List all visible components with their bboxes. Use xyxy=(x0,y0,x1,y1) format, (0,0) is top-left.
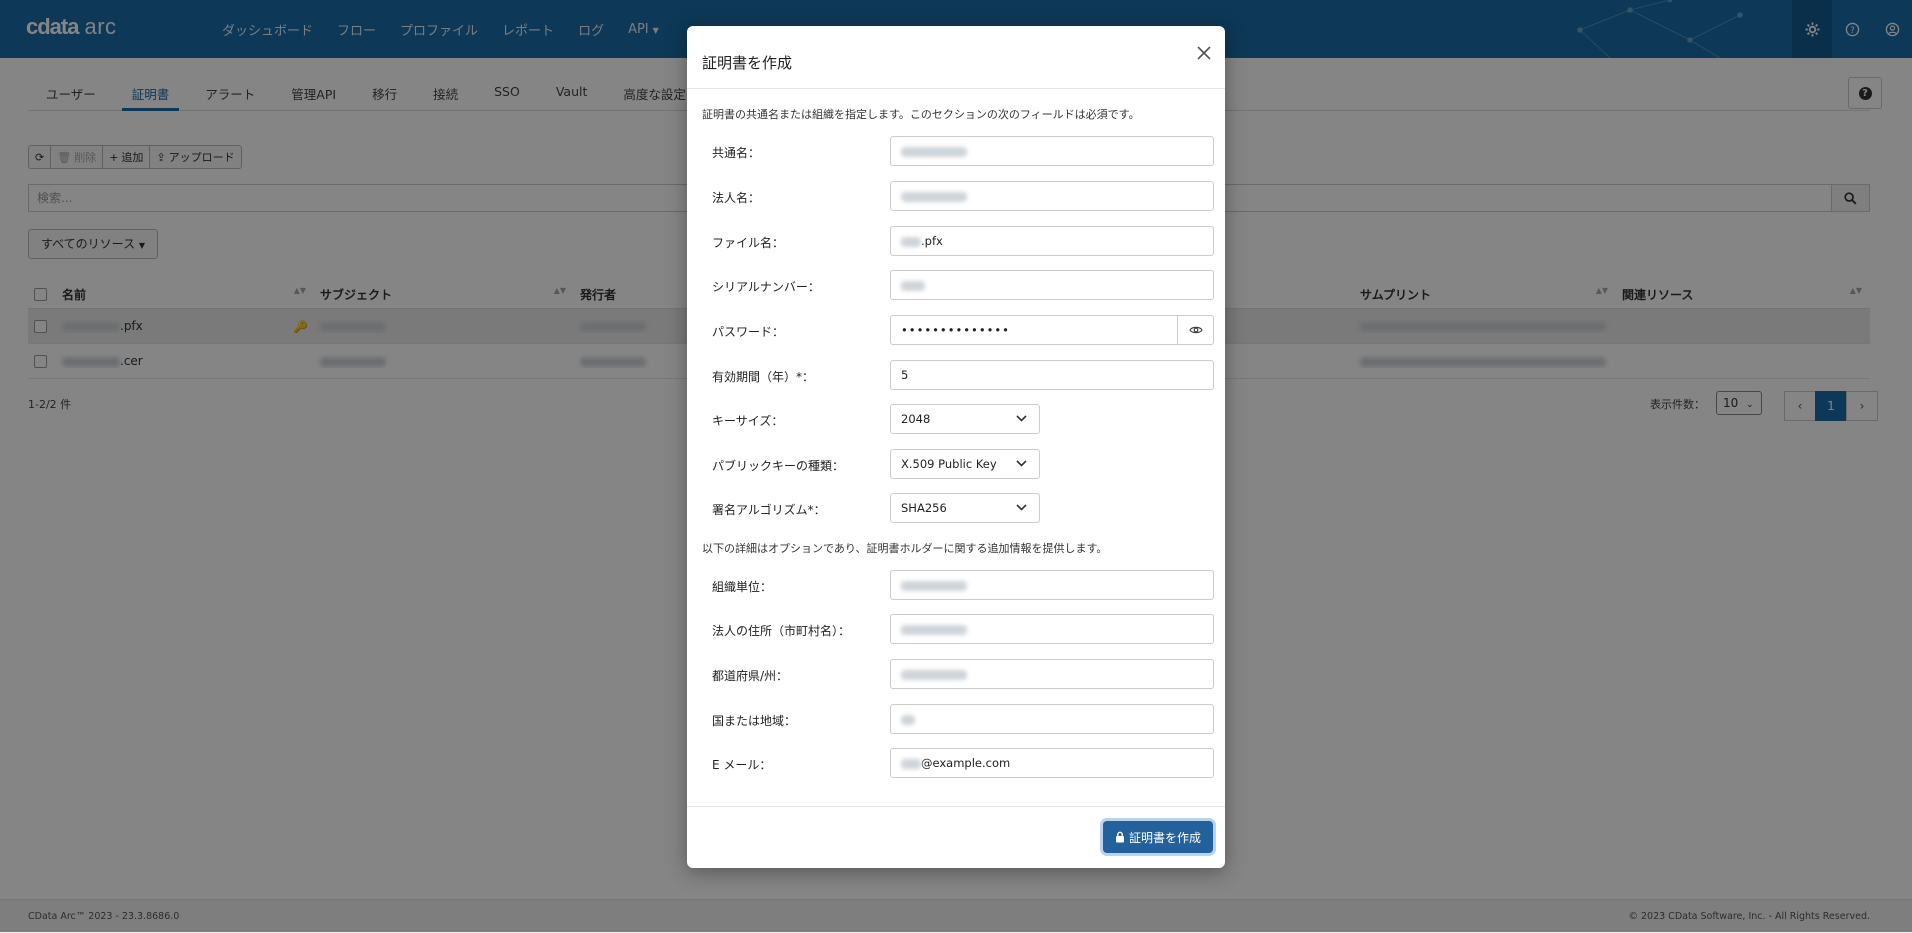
org-unit-row: 組織単位： xyxy=(687,570,1225,600)
city-row: 法人の住所（市町村名）： xyxy=(687,614,1225,644)
country-input[interactable] xyxy=(890,704,1214,734)
country-row: 国または地域： xyxy=(687,704,1225,734)
file-name-input[interactable]: .pfx xyxy=(890,226,1214,256)
serial-number-input[interactable] xyxy=(890,270,1214,300)
field-label: 署名アルゴリズム*： xyxy=(712,503,826,517)
create-certificate-button[interactable]: 証明書を作成 xyxy=(1102,821,1213,853)
field-label: 組織単位： xyxy=(712,580,773,594)
key-size-select[interactable]: 2048 xyxy=(890,404,1040,434)
email-input[interactable]: @example.com xyxy=(890,748,1214,778)
org-name-input[interactable] xyxy=(890,181,1214,211)
common-name-row: 共通名： xyxy=(687,136,1225,166)
password-input[interactable]: •••••••••••••• xyxy=(890,315,1178,345)
org-name-row: 法人名： xyxy=(687,181,1225,211)
org-unit-input[interactable] xyxy=(890,570,1214,600)
field-label: 共通名： xyxy=(712,146,761,160)
signature-algorithm-row: 署名アルゴリズム*： SHA256 xyxy=(687,493,1225,523)
email-row: E メール： @example.com xyxy=(687,748,1225,778)
field-label: E メール： xyxy=(712,758,772,772)
file-name-row: ファイル名： .pfx xyxy=(687,226,1225,256)
close-icon[interactable] xyxy=(1195,44,1213,62)
field-label: 法人の住所（市町村名）： xyxy=(712,624,851,638)
show-password-button[interactable] xyxy=(1177,315,1214,345)
chevron-down-icon xyxy=(1016,504,1027,511)
field-label: ファイル名： xyxy=(712,236,785,250)
field-label: パスワード： xyxy=(712,325,785,339)
lock-icon xyxy=(1115,831,1124,843)
create-certificate-dialog: 証明書を作成 証明書の共通名または組織を指定します。このセクションの次のフィール… xyxy=(687,26,1225,868)
city-input[interactable] xyxy=(890,614,1214,644)
state-input[interactable] xyxy=(890,659,1214,689)
required-intro-text: 証明書の共通名または組織を指定します。このセクションの次のフィールドは必須です。 xyxy=(702,108,1140,121)
field-label: キーサイズ： xyxy=(712,414,784,428)
field-label: 有効期間（年）*： xyxy=(712,370,815,384)
public-key-type-select[interactable]: X.509 Public Key xyxy=(890,449,1040,479)
field-label: パブリックキーの種類： xyxy=(712,459,845,473)
field-label: シリアルナンバー： xyxy=(712,280,820,294)
dialog-header: 証明書を作成 xyxy=(687,26,1225,89)
field-label: 都道府県/州： xyxy=(712,669,789,683)
eye-icon xyxy=(1188,326,1203,334)
chevron-down-icon xyxy=(1016,415,1027,422)
password-row: パスワード： •••••••••••••• xyxy=(687,315,1225,345)
common-name-input[interactable] xyxy=(890,136,1214,166)
serial-number-row: シリアルナンバー： xyxy=(687,270,1225,300)
dialog-title: 証明書を作成 xyxy=(702,54,793,72)
signature-algorithm-select[interactable]: SHA256 xyxy=(890,493,1040,523)
optional-intro-text: 以下の詳細はオプションであり、証明書ホルダーに関する追加情報を提供します。 xyxy=(702,542,1108,555)
public-key-type-row: パブリックキーの種類： X.509 Public Key xyxy=(687,449,1225,479)
validity-row: 有効期間（年）*： 5 xyxy=(687,360,1225,390)
key-size-row: キーサイズ： 2048 xyxy=(687,404,1225,434)
validity-years-input[interactable]: 5 xyxy=(890,360,1214,390)
chevron-down-icon xyxy=(1016,460,1027,467)
state-row: 都道府県/州： xyxy=(687,659,1225,689)
field-label: 国または地域： xyxy=(712,714,797,728)
field-label: 法人名： xyxy=(712,191,761,205)
dialog-footer: 証明書を作成 xyxy=(687,806,1225,869)
